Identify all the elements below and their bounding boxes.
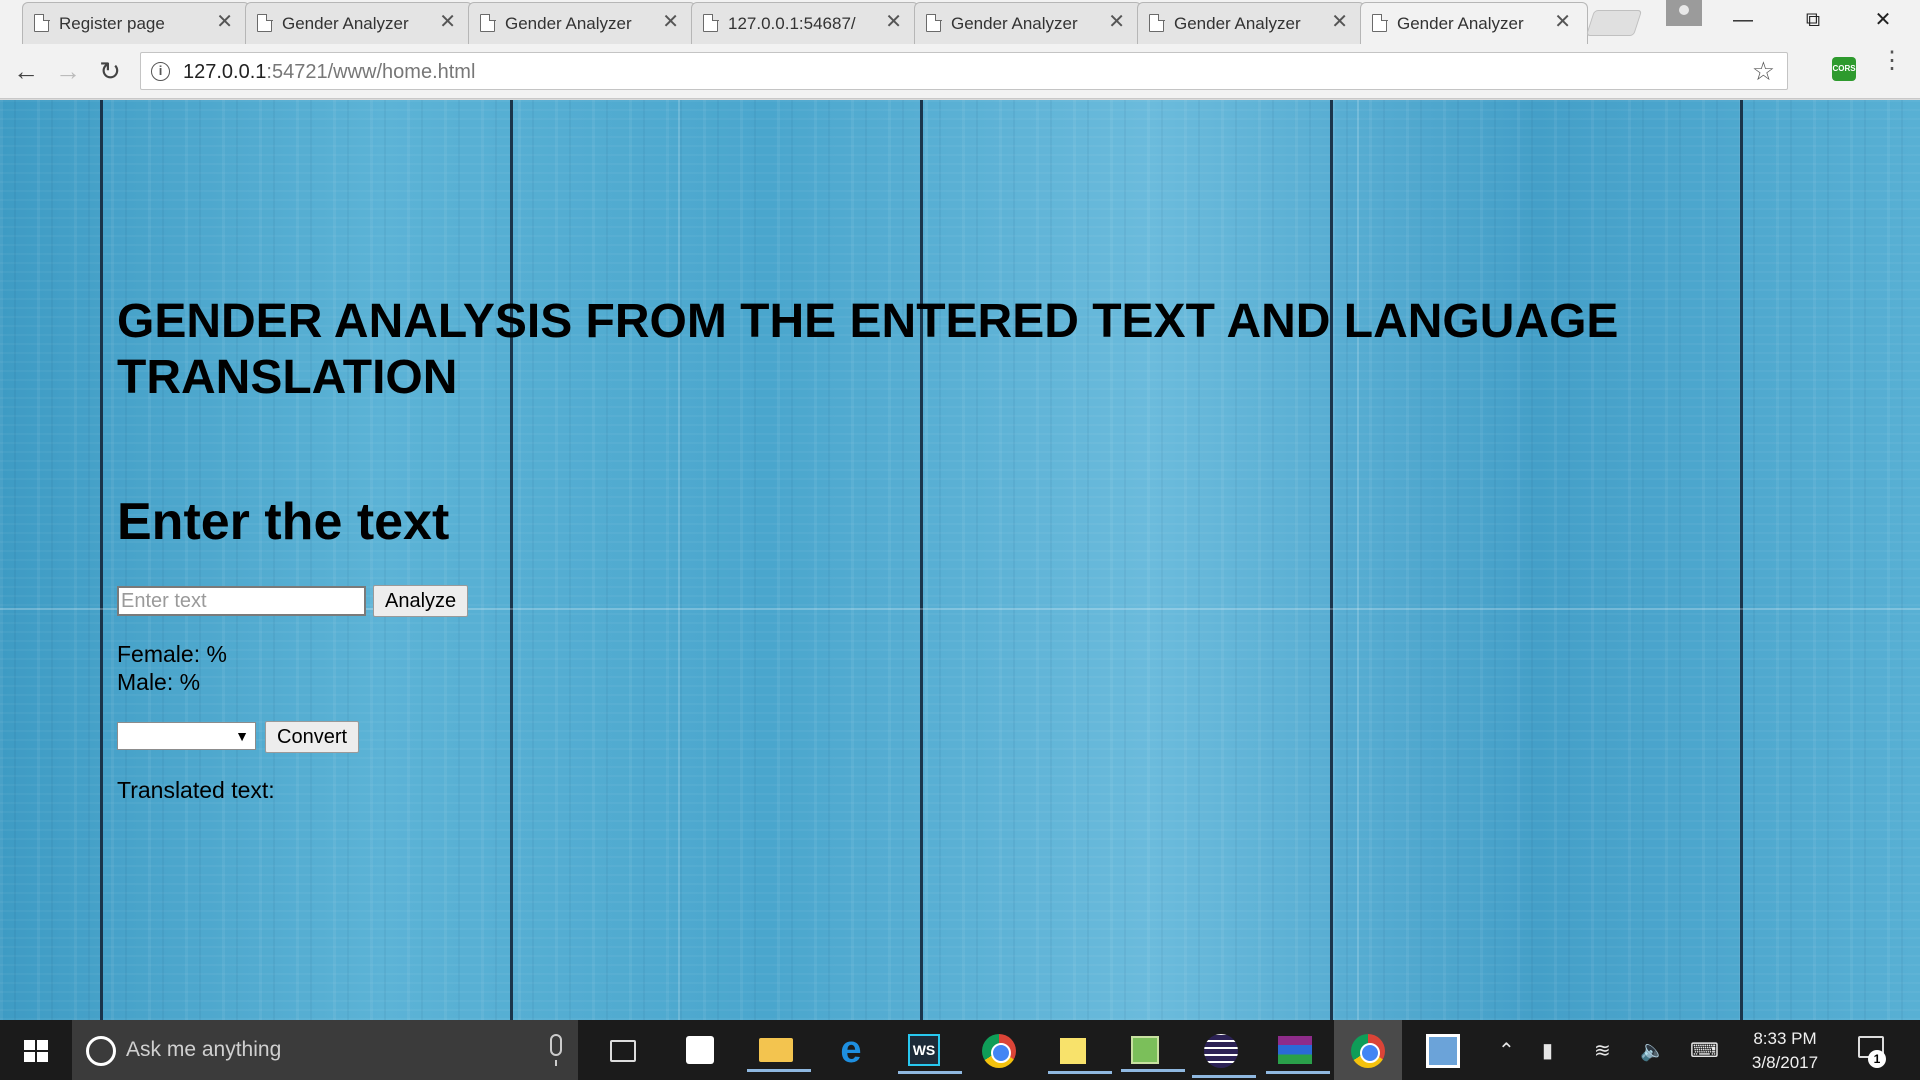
window-close-icon[interactable]: ✕ (1853, 0, 1913, 40)
taskbar: Ask me anything e WS ⌃ ▮ ≋ 🔈 ⌨ 8:33 PM 3… (0, 1020, 1920, 1080)
edge-icon[interactable]: e (831, 1030, 871, 1070)
clock-time: 8:33 PM (1753, 1029, 1817, 1048)
url-host: 127.0.0.1 (183, 61, 267, 83)
clock[interactable]: 8:33 PM 3/8/2017 (1740, 1027, 1830, 1075)
info-icon[interactable]: i (151, 62, 170, 81)
app-window-icon[interactable] (1426, 1034, 1460, 1068)
chrome-icon[interactable] (982, 1034, 1016, 1068)
task-view-icon[interactable] (610, 1040, 636, 1062)
tab-gender-analyzer-4[interactable]: Gender Analyzer ✕ (1137, 2, 1365, 44)
file-explorer-icon[interactable] (747, 1038, 811, 1072)
wifi-icon[interactable]: ≋ (1594, 1038, 1611, 1063)
tab-title: Gender Analyzer (505, 14, 632, 33)
menu-dots-icon[interactable]: ⋮ (1880, 49, 1904, 73)
sticky-notes-icon[interactable] (1048, 1038, 1112, 1074)
star-icon[interactable]: ☆ (1752, 56, 1775, 87)
notification-badge: 1 (1868, 1050, 1886, 1068)
tab-gender-analyzer-3[interactable]: Gender Analyzer ✕ (914, 2, 1142, 44)
tab-title: Gender Analyzer (951, 14, 1078, 33)
store-icon[interactable] (686, 1036, 714, 1064)
background-seam (678, 100, 680, 1020)
tab-title: Gender Analyzer (1397, 14, 1524, 33)
profile-icon[interactable] (1666, 0, 1702, 26)
convert-button[interactable]: Convert (265, 721, 360, 753)
new-tab-button[interactable] (1585, 10, 1643, 36)
winrar-icon[interactable] (1266, 1036, 1330, 1074)
tab-localhost[interactable]: 127.0.0.1:54687/ ✕ (691, 2, 919, 44)
male-percentage: Male: % (117, 669, 201, 695)
enter-text-heading: Enter the text (117, 493, 450, 551)
windows-logo-icon (24, 1040, 48, 1062)
dropdown-arrow-icon: ▼ (235, 728, 249, 744)
address-bar[interactable]: i 127.0.0.1:54721/www/home.html ☆ (140, 52, 1788, 90)
page-icon (1149, 13, 1165, 32)
page-icon (926, 13, 942, 32)
page-body: GENDER ANALYSIS FROM THE ENTERED TEXT AN… (0, 100, 1920, 1020)
female-percentage: Female: % (117, 641, 227, 667)
page-icon (1372, 13, 1388, 32)
url-path: :54721/www/home.html (266, 61, 476, 83)
close-icon[interactable]: ✕ (216, 12, 233, 32)
tab-strip: Register page ✕ Gender Analyzer ✕ Gender… (0, 0, 1920, 44)
forward-arrow-icon[interactable]: → (51, 54, 85, 88)
volume-icon[interactable]: 🔈 (1640, 1038, 1665, 1063)
background-seam (1357, 100, 1359, 1020)
microphone-icon[interactable] (550, 1034, 562, 1066)
close-icon[interactable]: ✕ (662, 12, 679, 32)
tab-gender-analyzer-active[interactable]: Gender Analyzer ✕ (1360, 2, 1588, 44)
language-select[interactable]: ▼ (117, 722, 256, 750)
reload-icon[interactable]: ↻ (93, 54, 127, 88)
page-icon (34, 13, 50, 32)
paint-icon[interactable] (1121, 1036, 1185, 1072)
close-icon[interactable]: ✕ (1108, 12, 1125, 32)
page-icon (480, 13, 496, 32)
minimize-icon[interactable]: — (1713, 0, 1773, 40)
tab-title: 127.0.0.1:54687/ (728, 14, 856, 33)
search-placeholder: Ask me anything (126, 1038, 282, 1061)
page-title: GENDER ANALYSIS FROM THE ENTERED TEXT AN… (117, 295, 1619, 404)
page-icon (703, 13, 719, 32)
analyze-button[interactable]: Analyze (373, 585, 469, 617)
webstorm-icon[interactable]: WS (898, 1034, 962, 1074)
eclipse-icon[interactable] (1192, 1034, 1256, 1078)
tab-title: Register page (59, 14, 165, 33)
close-icon[interactable]: ✕ (1554, 12, 1571, 32)
battery-icon[interactable]: ▮ (1542, 1038, 1553, 1063)
cortana-icon (86, 1036, 116, 1066)
back-arrow-icon[interactable]: ← (9, 54, 43, 88)
browser-toolbar: ← → ↻ i 127.0.0.1:54721/www/home.html ☆ … (0, 44, 1920, 99)
chrome-active-icon[interactable] (1351, 1034, 1385, 1068)
page-icon (257, 13, 273, 32)
close-icon[interactable]: ✕ (885, 12, 902, 32)
keyboard-icon[interactable]: ⌨ (1690, 1038, 1719, 1063)
tab-title: Gender Analyzer (1174, 14, 1301, 33)
tab-register-page[interactable]: Register page ✕ (22, 2, 250, 44)
tab-gender-analyzer-2[interactable]: Gender Analyzer ✕ (468, 2, 696, 44)
taskbar-search[interactable]: Ask me anything (72, 1020, 578, 1080)
tab-gender-analyzer-1[interactable]: Gender Analyzer ✕ (245, 2, 473, 44)
cors-extension-icon[interactable]: CORS (1832, 57, 1856, 81)
chevron-up-icon[interactable]: ⌃ (1498, 1038, 1515, 1063)
close-icon[interactable]: ✕ (439, 12, 456, 32)
clock-date: 3/8/2017 (1751, 1053, 1819, 1072)
restore-icon[interactable]: ⧉ (1783, 0, 1843, 40)
url-text: 127.0.0.1:54721/www/home.html (183, 61, 475, 84)
text-input[interactable] (117, 586, 366, 616)
close-icon[interactable]: ✕ (1331, 12, 1348, 32)
translated-text-label: Translated text: (117, 777, 275, 803)
tab-title: Gender Analyzer (282, 14, 409, 33)
start-button[interactable] (0, 1020, 72, 1080)
